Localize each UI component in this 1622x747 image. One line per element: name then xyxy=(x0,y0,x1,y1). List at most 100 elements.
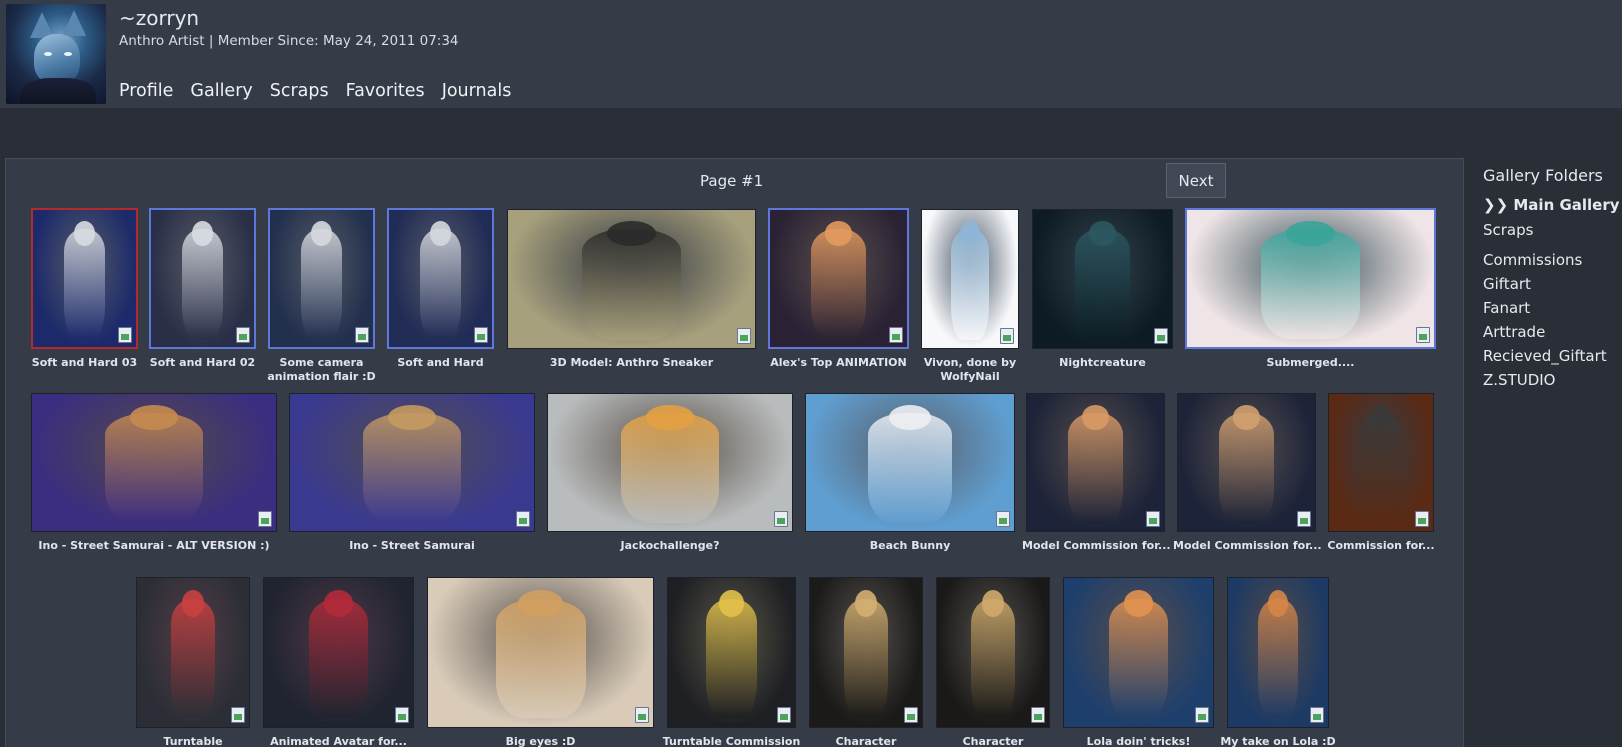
thumbnail-caption[interactable]: My take on Lola :D xyxy=(1212,735,1344,747)
folder-commissions[interactable]: Commissions xyxy=(1483,251,1582,269)
thumbnail-caption-line2[interactable]: animation flair :D xyxy=(258,370,385,384)
gallery-thumbnail[interactable] xyxy=(667,577,796,728)
thumbnail-figure xyxy=(582,229,681,340)
thumbnail-caption[interactable]: Turntable xyxy=(130,735,256,747)
page-label: Page #1 xyxy=(700,172,764,190)
thumbnail-caption[interactable]: Character xyxy=(936,735,1050,747)
gallery-thumbnail[interactable] xyxy=(805,393,1015,532)
gallery-folders-title: Gallery Folders xyxy=(1483,166,1603,185)
nav-profile[interactable]: Profile xyxy=(119,81,173,101)
folder-scraps[interactable]: Scraps xyxy=(1483,221,1533,239)
folder-arttrade[interactable]: Arttrade xyxy=(1483,323,1545,341)
image-file-icon xyxy=(1031,707,1045,723)
thumbnail-caption[interactable]: Soft and Hard 02 xyxy=(149,356,256,370)
folder-giftart[interactable]: Giftart xyxy=(1483,275,1531,293)
folder-main-gallery[interactable]: ❯❯ Main Gallery xyxy=(1483,196,1620,214)
profile-nav: Profile Gallery Scraps Favorites Journal… xyxy=(119,81,511,101)
folder-recieved-giftart[interactable]: Recieved_Giftart xyxy=(1483,347,1607,365)
avatar-body xyxy=(20,78,96,104)
gallery-thumbnail[interactable] xyxy=(427,577,654,728)
image-file-icon xyxy=(516,511,530,527)
thumbnail-figure-head xyxy=(889,404,931,430)
thumbnail-caption[interactable]: Lola doin' tricks! xyxy=(1063,735,1214,747)
gallery-thumbnail[interactable] xyxy=(1227,577,1329,728)
username: ~zorryn xyxy=(119,6,200,30)
thumbnail-caption[interactable]: Soft and Hard xyxy=(387,356,494,370)
gallery-thumbnail[interactable] xyxy=(936,577,1050,728)
gallery-thumbnail[interactable] xyxy=(136,577,250,728)
image-file-icon xyxy=(236,327,250,343)
thumbnail-caption[interactable]: Character xyxy=(809,735,923,747)
gallery-thumbnail[interactable] xyxy=(921,209,1019,349)
thumbnail-figure-head xyxy=(74,220,95,246)
image-file-icon xyxy=(1154,328,1168,344)
nav-gallery[interactable]: Gallery xyxy=(190,81,252,101)
gallery-thumbnail[interactable] xyxy=(1032,209,1173,349)
thumbnail-caption[interactable]: Some camera xyxy=(258,356,385,370)
gallery-thumbnail[interactable] xyxy=(1026,393,1165,532)
profile-header: ~zorryn Anthro Artist | Member Since: Ma… xyxy=(0,0,1622,108)
folder-label: Main Gallery xyxy=(1513,196,1620,214)
thumbnail-caption[interactable]: Soft and Hard 03 xyxy=(31,356,138,370)
thumbnail-figure-head xyxy=(1285,220,1336,246)
next-page-button[interactable]: Next xyxy=(1166,163,1226,198)
thumbnail-figure xyxy=(63,229,106,339)
nav-journals[interactable]: Journals xyxy=(442,81,512,101)
thumbnail-figure-head xyxy=(981,589,1005,617)
thumbnail-caption[interactable]: Beach Bunny xyxy=(805,539,1015,553)
gallery-thumbnail[interactable] xyxy=(387,208,494,349)
gallery-thumbnail[interactable] xyxy=(149,208,256,349)
avatar[interactable] xyxy=(6,4,106,104)
thumbnail-figure-head xyxy=(518,589,563,617)
thumbnail-caption[interactable]: Model Commission for... xyxy=(1173,539,1322,553)
thumbnail-figure xyxy=(1219,413,1274,523)
thumbnail-figure xyxy=(300,229,343,339)
gallery-thumbnail[interactable] xyxy=(268,208,375,349)
gallery-thumbnail[interactable] xyxy=(1063,577,1214,728)
thumbnail-caption[interactable]: Alex's Top ANIMATION xyxy=(768,356,909,370)
thumbnail-figure xyxy=(950,229,990,340)
nav-scraps[interactable]: Scraps xyxy=(270,81,329,101)
thumbnail-caption[interactable]: Jackochallenge? xyxy=(547,539,793,553)
gallery-thumbnail[interactable] xyxy=(31,393,277,532)
image-file-icon xyxy=(474,327,488,343)
gallery-thumbnail[interactable] xyxy=(289,393,535,532)
thumbnail-caption[interactable]: Nightcreature xyxy=(1032,356,1173,370)
image-file-icon xyxy=(1195,707,1209,723)
folder-fanart[interactable]: Fanart xyxy=(1483,299,1530,317)
gallery-thumbnail[interactable] xyxy=(31,208,138,349)
gallery-thumbnail[interactable] xyxy=(547,393,793,532)
thumbnail-figure xyxy=(868,413,952,523)
thumbnail-caption[interactable]: Turntable Commission xyxy=(659,735,804,747)
thumbnail-figure xyxy=(706,598,757,719)
gallery-thumbnail[interactable] xyxy=(263,577,414,728)
thumbnail-figure-head xyxy=(645,404,695,430)
thumbnail-caption-line2[interactable]: WolfyNail xyxy=(911,370,1029,384)
thumbnail-figure xyxy=(621,413,719,523)
folder-zstudio[interactable]: Z.STUDIO xyxy=(1483,371,1556,389)
thumbnail-caption[interactable]: 3D Model: Anthro Sneaker xyxy=(507,356,756,370)
image-file-icon xyxy=(1297,511,1311,527)
thumbnail-figure-head xyxy=(387,404,437,430)
thumbnail-caption[interactable]: Commission for... xyxy=(1322,539,1440,553)
thumbnail-caption[interactable]: Submerged.... xyxy=(1185,356,1436,370)
gallery-thumbnail[interactable] xyxy=(768,208,909,349)
gallery-thumbnail[interactable] xyxy=(809,577,923,728)
gallery-thumbnail[interactable] xyxy=(507,209,756,349)
thumbnail-caption[interactable]: Big eyes :D xyxy=(427,735,654,747)
thumbnail-caption[interactable]: Ino - Street Samurai xyxy=(289,539,535,553)
thumbnail-figure-head xyxy=(430,220,451,246)
thumbnail-caption[interactable]: Vivon, done by xyxy=(911,356,1029,370)
thumbnail-caption[interactable]: Animated Avatar for... xyxy=(263,735,414,747)
thumbnail-caption[interactable]: Model Commission for... xyxy=(1022,539,1171,553)
thumbnail-figure-head xyxy=(1232,404,1261,430)
gallery-thumbnail[interactable] xyxy=(1185,208,1436,349)
thumbnail-figure-head xyxy=(606,221,657,246)
image-file-icon xyxy=(355,327,369,343)
gallery-thumbnail[interactable] xyxy=(1328,393,1434,532)
thumbnail-figure-head xyxy=(323,589,354,617)
nav-favorites[interactable]: Favorites xyxy=(346,81,425,101)
gallery-thumbnail[interactable] xyxy=(1177,393,1316,532)
thumbnail-caption[interactable]: Ino - Street Samurai - ALT VERSION :) xyxy=(31,539,277,553)
image-file-icon xyxy=(1415,511,1429,527)
